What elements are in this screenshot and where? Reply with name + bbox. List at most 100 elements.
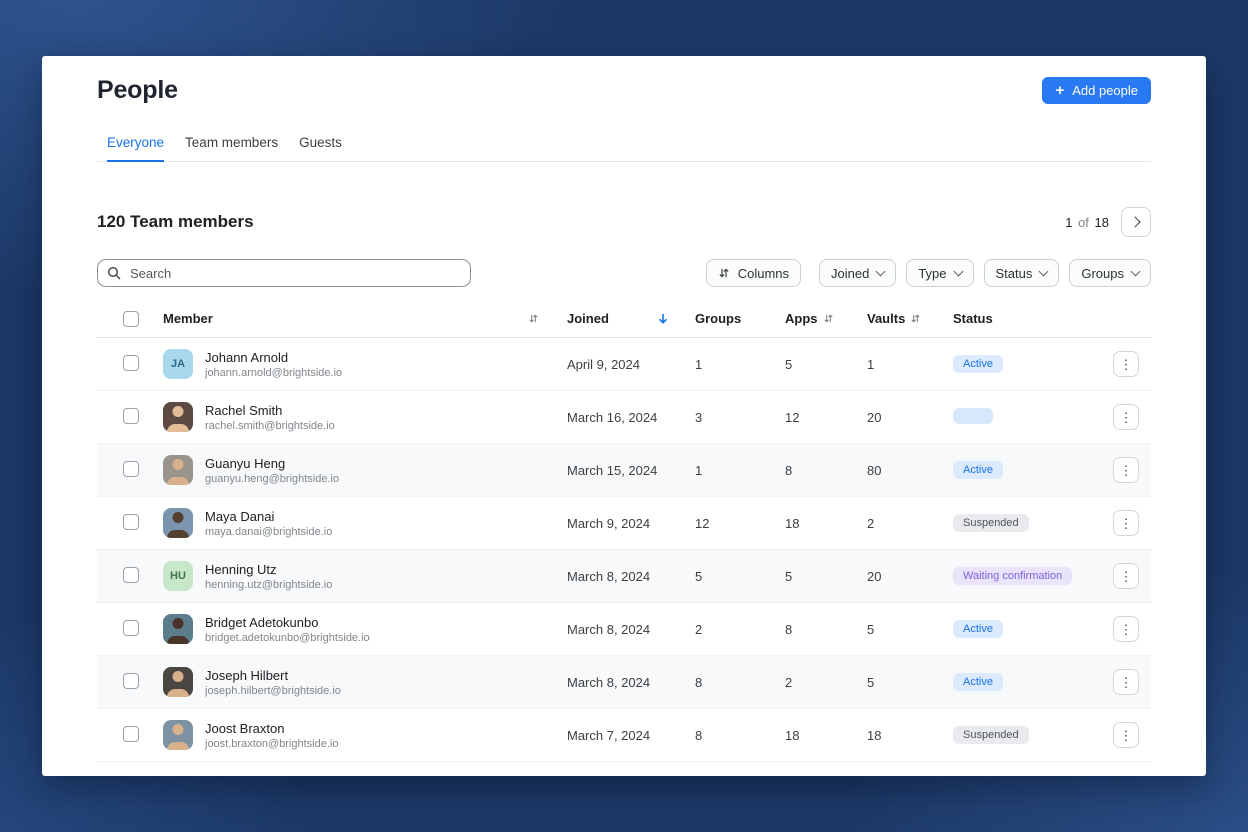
apps-count: 8 bbox=[771, 622, 851, 637]
header-member[interactable]: Member bbox=[153, 311, 551, 326]
filter-status-label: Status bbox=[996, 266, 1033, 281]
header-apps-label: Apps bbox=[785, 311, 818, 326]
member-cell: Bridget Adetokunbobridget.adetokunbo@bri… bbox=[153, 614, 551, 644]
member-cell: Joost Braxton joost.braxton@brightside.io bbox=[153, 720, 551, 750]
select-all-checkbox[interactable] bbox=[123, 311, 139, 327]
status-cell: Suspended bbox=[941, 514, 1096, 532]
member-email: guanyu.heng@brightside.io bbox=[205, 473, 339, 485]
header-checkbox-cell bbox=[97, 311, 153, 327]
groups-count: 1 bbox=[681, 463, 771, 478]
search-input[interactable] bbox=[97, 259, 471, 287]
status-cell: Waiting confirmation bbox=[941, 567, 1096, 585]
member-email: joost.braxton@brightside.io bbox=[205, 738, 338, 750]
apps-count: 5 bbox=[771, 569, 851, 584]
member-email: joseph.hilbert@brightside.io bbox=[205, 685, 341, 697]
status-badge: Suspended bbox=[953, 514, 1029, 532]
member-name: Guanyu Heng bbox=[205, 456, 339, 471]
people-panel: People + Add people Everyone Team member… bbox=[42, 56, 1206, 776]
row-actions-button[interactable]: ⋮ bbox=[1113, 457, 1139, 483]
row-checkbox[interactable] bbox=[123, 408, 139, 424]
sort-both-icon bbox=[910, 313, 921, 324]
apps-count: 5 bbox=[771, 357, 851, 372]
header-vaults[interactable]: Vaults bbox=[851, 311, 941, 326]
row-checkbox[interactable] bbox=[123, 673, 139, 689]
row-actions-button[interactable]: ⋮ bbox=[1113, 722, 1139, 748]
member-email: johann.arnold@brightside.io bbox=[205, 367, 342, 379]
filter-groups-dropdown[interactable]: Groups bbox=[1069, 259, 1151, 287]
avatar bbox=[163, 614, 193, 644]
vaults-count: 20 bbox=[851, 569, 941, 584]
actions-cell: ⋮ bbox=[1096, 616, 1151, 642]
pagination-text: 1 of 18 bbox=[1065, 215, 1109, 230]
vaults-count: 5 bbox=[851, 622, 941, 637]
apps-count: 2 bbox=[771, 675, 851, 690]
joined-date: March 8, 2024 bbox=[551, 569, 681, 584]
member-cell: Rachel Smithrachel.smith@brightside.io bbox=[153, 402, 551, 432]
row-actions-button[interactable]: ⋮ bbox=[1113, 669, 1139, 695]
row-actions-button[interactable]: ⋮ bbox=[1113, 563, 1139, 589]
member-count-title: 120 Team members bbox=[97, 212, 254, 232]
header-groups-label: Groups bbox=[695, 311, 741, 326]
status-cell: Active bbox=[941, 620, 1096, 638]
table-row: Joseph Hilbertjoseph.hilbert@brightside.… bbox=[97, 656, 1151, 709]
checkbox-cell bbox=[97, 673, 153, 692]
actions-cell: ⋮ bbox=[1096, 457, 1151, 483]
actions-cell: ⋮ bbox=[1096, 404, 1151, 430]
filter-type-dropdown[interactable]: Type bbox=[906, 259, 973, 287]
header-apps[interactable]: Apps bbox=[771, 311, 851, 326]
status-badge: Active bbox=[953, 461, 1003, 479]
member-name: Joost Braxton bbox=[205, 721, 338, 736]
status-cell: Active bbox=[941, 355, 1096, 373]
header-groups: Groups bbox=[681, 311, 771, 326]
columns-label: Columns bbox=[738, 266, 789, 281]
apps-count: 8 bbox=[771, 463, 851, 478]
tab-team-members[interactable]: Team members bbox=[185, 135, 278, 161]
row-checkbox[interactable] bbox=[123, 355, 139, 371]
status-badge: Active bbox=[953, 620, 1003, 638]
actions-cell: ⋮ bbox=[1096, 351, 1151, 377]
sort-desc-icon bbox=[657, 313, 669, 325]
row-actions-button[interactable]: ⋮ bbox=[1113, 351, 1139, 377]
table-row: Maya Danaimaya.danai@brightside.io March… bbox=[97, 497, 1151, 550]
joined-date: March 8, 2024 bbox=[551, 622, 681, 637]
row-actions-button[interactable]: ⋮ bbox=[1113, 616, 1139, 642]
member-name: Maya Danai bbox=[205, 509, 332, 524]
columns-button[interactable]: Columns bbox=[706, 259, 801, 287]
page-header: People + Add people bbox=[97, 56, 1151, 105]
member-name: Johann Arnold bbox=[205, 350, 342, 365]
tab-guests[interactable]: Guests bbox=[299, 135, 342, 161]
chevron-down-icon bbox=[1131, 266, 1141, 276]
row-checkbox[interactable] bbox=[123, 461, 139, 477]
filter-status-dropdown[interactable]: Status bbox=[984, 259, 1060, 287]
search-icon bbox=[107, 266, 121, 280]
groups-count: 3 bbox=[681, 410, 771, 425]
row-actions-button[interactable]: ⋮ bbox=[1113, 404, 1139, 430]
groups-count: 5 bbox=[681, 569, 771, 584]
joined-date: March 7, 2024 bbox=[551, 728, 681, 743]
filter-joined-dropdown[interactable]: Joined bbox=[819, 259, 896, 287]
groups-count: 12 bbox=[681, 516, 771, 531]
chevron-down-icon bbox=[876, 266, 886, 276]
next-page-button[interactable] bbox=[1121, 207, 1151, 237]
row-checkbox[interactable] bbox=[123, 514, 139, 530]
avatar bbox=[163, 508, 193, 538]
row-actions-button[interactable]: ⋮ bbox=[1113, 510, 1139, 536]
chevron-down-icon bbox=[1039, 266, 1049, 276]
table-body: JA Johann Arnoldjohann.arnold@brightside… bbox=[97, 338, 1151, 762]
tab-bar: Everyone Team members Guests bbox=[97, 135, 1151, 162]
row-checkbox[interactable] bbox=[123, 567, 139, 583]
add-people-button[interactable]: + Add people bbox=[1042, 77, 1151, 104]
row-checkbox[interactable] bbox=[123, 726, 139, 742]
vaults-count: 1 bbox=[851, 357, 941, 372]
header-joined[interactable]: Joined bbox=[551, 311, 681, 326]
page-title: People bbox=[97, 76, 178, 105]
checkbox-cell bbox=[97, 408, 153, 427]
table-row: Guanyu Hengguanyu.heng@brightside.io Mar… bbox=[97, 444, 1151, 497]
status-cell: Suspended bbox=[941, 726, 1096, 744]
tab-everyone[interactable]: Everyone bbox=[107, 135, 164, 162]
row-checkbox[interactable] bbox=[123, 620, 139, 636]
joined-date: March 16, 2024 bbox=[551, 410, 681, 425]
add-people-label: Add people bbox=[1072, 83, 1138, 98]
pagination: 1 of 18 bbox=[1065, 207, 1151, 237]
filter-groups-label: Groups bbox=[1081, 266, 1124, 281]
